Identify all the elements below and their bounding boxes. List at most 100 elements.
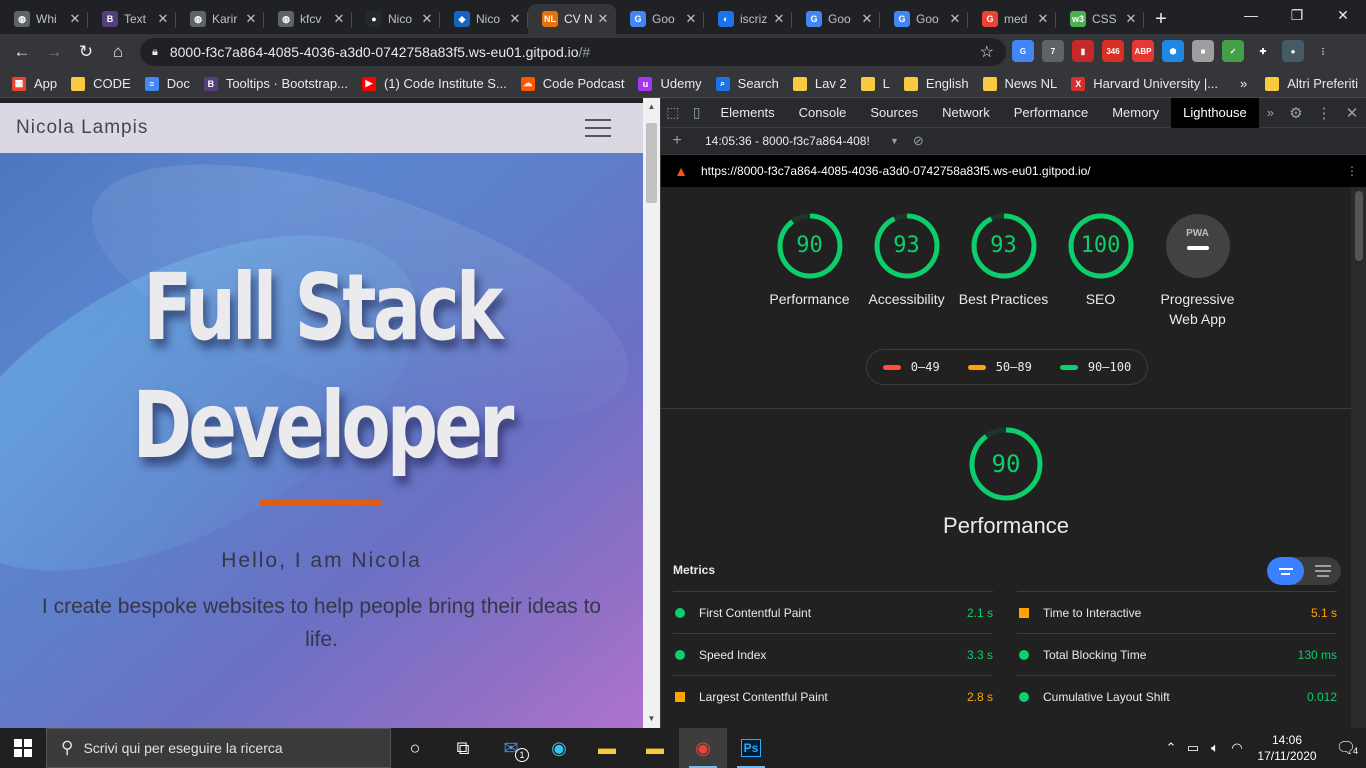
- bookmark-item[interactable]: News NL: [982, 76, 1057, 91]
- browser-tab[interactable]: NL CV N ✕: [528, 4, 616, 34]
- close-tab-icon[interactable]: ✕: [420, 11, 434, 27]
- close-tab-icon[interactable]: ✕: [156, 11, 170, 27]
- browser-tab[interactable]: B Text ✕: [88, 4, 176, 34]
- bookmark-item[interactable]: u Udemy: [638, 76, 702, 91]
- scrollbar-thumb[interactable]: [1355, 191, 1363, 261]
- new-report-icon[interactable]: +: [661, 132, 693, 150]
- browser-tab[interactable]: ● Nico ✕: [352, 4, 440, 34]
- devtools-tab-sources[interactable]: Sources: [858, 98, 930, 128]
- clear-reports-icon[interactable]: ⊘: [913, 133, 924, 149]
- report-selector[interactable]: 14:05:36 - 8000-f3c7a864-408!: [705, 134, 890, 148]
- browser-tab[interactable]: w3 CSS ✕: [1056, 4, 1144, 34]
- menu-ext-icon[interactable]: ⋮: [1312, 40, 1334, 62]
- devtools-tab-memory[interactable]: Memory: [1100, 98, 1171, 128]
- report-url[interactable]: https://8000-f3c7a864-4085-4036-a3d0-074…: [701, 164, 1338, 178]
- battery-icon[interactable]: ▭: [1182, 740, 1204, 756]
- cortana-icon[interactable]: ○: [391, 728, 439, 768]
- page-scrollbar[interactable]: ▲ ▼: [643, 98, 660, 728]
- bookmark-item[interactable]: ⌕ Search: [715, 76, 779, 91]
- check-ext-icon[interactable]: ✓: [1222, 40, 1244, 62]
- file-explorer-beta-icon[interactable]: ▬: [631, 728, 679, 768]
- bookmark-item[interactable]: ☁ Code Podcast: [520, 76, 624, 91]
- devtools-tab-network[interactable]: Network: [930, 98, 1002, 128]
- close-tab-icon[interactable]: ✕: [948, 11, 962, 27]
- inspect-element-icon[interactable]: ⬚: [661, 104, 685, 121]
- home-button[interactable]: ⌂: [102, 42, 134, 62]
- puzzle-ext-icon[interactable]: ✚: [1252, 40, 1274, 62]
- close-tab-icon[interactable]: ✕: [1036, 11, 1050, 27]
- minimize-button[interactable]: —: [1228, 0, 1274, 30]
- scrollbar-thumb[interactable]: [646, 123, 657, 203]
- abp-ext-icon[interactable]: ABP: [1132, 40, 1154, 62]
- close-tab-icon[interactable]: ✕: [860, 11, 874, 27]
- scroll-up-icon[interactable]: ▲: [643, 102, 660, 111]
- wifi-icon[interactable]: ◠: [1226, 740, 1248, 756]
- score-gauge-seo[interactable]: 100 SEO: [1052, 213, 1149, 329]
- edge-browser-icon[interactable]: ◉: [535, 728, 583, 768]
- devtools-tab-console[interactable]: Console: [787, 98, 859, 128]
- bookmark-item[interactable]: ▶ (1) Code Institute S...: [361, 76, 507, 91]
- close-tab-icon[interactable]: ✕: [596, 11, 610, 27]
- task-view-icon[interactable]: ⧉: [439, 728, 487, 768]
- browser-tab[interactable]: G Goo ✕: [880, 4, 968, 34]
- maximize-button[interactable]: ❐: [1274, 0, 1320, 30]
- bookmark-item[interactable]: L: [860, 76, 890, 91]
- close-tab-icon[interactable]: ✕: [244, 11, 258, 27]
- site-brand[interactable]: Nicola Lampis: [16, 117, 148, 139]
- bookmark-item[interactable]: CODE: [71, 76, 131, 91]
- bookmarks-more-button[interactable]: »: [1240, 76, 1247, 91]
- tray-chevron-icon[interactable]: ⌃: [1160, 740, 1182, 756]
- bookmark-item[interactable]: ≡ Doc: [144, 76, 190, 91]
- bookmark-item[interactable]: X Harvard University |...: [1071, 76, 1218, 91]
- forward-button[interactable]: →: [38, 42, 70, 62]
- score-gauge-performance[interactable]: 90 Performance: [761, 213, 858, 329]
- scroll-down-icon[interactable]: ▼: [643, 714, 660, 723]
- bookmark-item[interactable]: English: [903, 76, 969, 91]
- close-devtools-icon[interactable]: ✕: [1338, 104, 1366, 122]
- close-tab-icon[interactable]: ✕: [332, 11, 346, 27]
- score-gauge-best-practices[interactable]: 93 Best Practices: [955, 213, 1052, 329]
- mail-app-icon[interactable]: ✉ 1: [487, 728, 535, 768]
- score-gauge-accessibility[interactable]: 93 Accessibility: [858, 213, 955, 329]
- report-menu-icon[interactable]: ⋮: [1338, 164, 1366, 178]
- close-tab-icon[interactable]: ✕: [684, 11, 698, 27]
- browser-tab[interactable]: ◍ Karir ✕: [176, 4, 264, 34]
- devtools-more-tabs[interactable]: »: [1259, 98, 1282, 128]
- report-scrollbar[interactable]: [1351, 187, 1366, 728]
- volume-icon[interactable]: 🔈︎: [1204, 740, 1226, 756]
- start-button[interactable]: [0, 728, 46, 768]
- file-explorer-icon[interactable]: ▬: [583, 728, 631, 768]
- browser-tab[interactable]: Gmed ✕: [968, 4, 1056, 34]
- browser-tab[interactable]: G Goo ✕: [616, 4, 704, 34]
- compact-view-icon[interactable]: [1267, 557, 1304, 585]
- bookmark-item[interactable]: Lav 2: [792, 76, 847, 91]
- tabs-ext-icon[interactable]: 7: [1042, 40, 1064, 62]
- browser-tab[interactable]: G Goo ✕: [792, 4, 880, 34]
- mail-ext-icon[interactable]: 346: [1102, 40, 1124, 62]
- browser-tab[interactable]: ◍ Whi ✕: [0, 4, 88, 34]
- address-bar[interactable]: 🔒︎ 8000-f3c7a864-4085-4036-a3d0-0742758a…: [140, 38, 1006, 66]
- dropdown-caret-icon[interactable]: ▼: [890, 136, 899, 146]
- devtools-tab-lighthouse[interactable]: Lighthouse: [1171, 97, 1259, 128]
- close-tab-icon[interactable]: ✕: [772, 11, 786, 27]
- devtools-tab-elements[interactable]: Elements: [708, 98, 786, 128]
- browser-tab[interactable]: ◐ iscriz ✕: [704, 4, 792, 34]
- close-tab-icon[interactable]: ✕: [508, 11, 522, 27]
- browser-tab[interactable]: ◆ Nico ✕: [440, 4, 528, 34]
- close-window-button[interactable]: ✕: [1320, 0, 1366, 30]
- bookmark-item[interactable]: ▦ App: [12, 76, 57, 91]
- chrome-app-icon[interactable]: ◉: [679, 728, 727, 768]
- hex-ext-icon[interactable]: ⬢: [1162, 40, 1184, 62]
- action-center-icon[interactable]: 🗨︎ 4: [1326, 738, 1366, 758]
- other-bookmarks[interactable]: Altri Preferiti: [1265, 76, 1358, 91]
- taskbar-search[interactable]: ⚲ Scrivi qui per eseguire la ricerca: [46, 728, 391, 768]
- book-ext-icon[interactable]: ▮: [1072, 40, 1094, 62]
- back-button[interactable]: ←: [6, 42, 38, 62]
- score-gauge-pwa[interactable]: PWA Progressive Web App: [1149, 213, 1246, 329]
- bookmark-star-icon[interactable]: ☆: [980, 42, 994, 62]
- settings-gear-icon[interactable]: ⚙: [1282, 104, 1310, 122]
- box-ext-icon[interactable]: ■: [1192, 40, 1214, 62]
- close-tab-icon[interactable]: ✕: [1124, 11, 1138, 27]
- browser-tab[interactable]: ◍ kfcv ✕: [264, 4, 352, 34]
- avatar-ext-icon[interactable]: ●: [1282, 40, 1304, 62]
